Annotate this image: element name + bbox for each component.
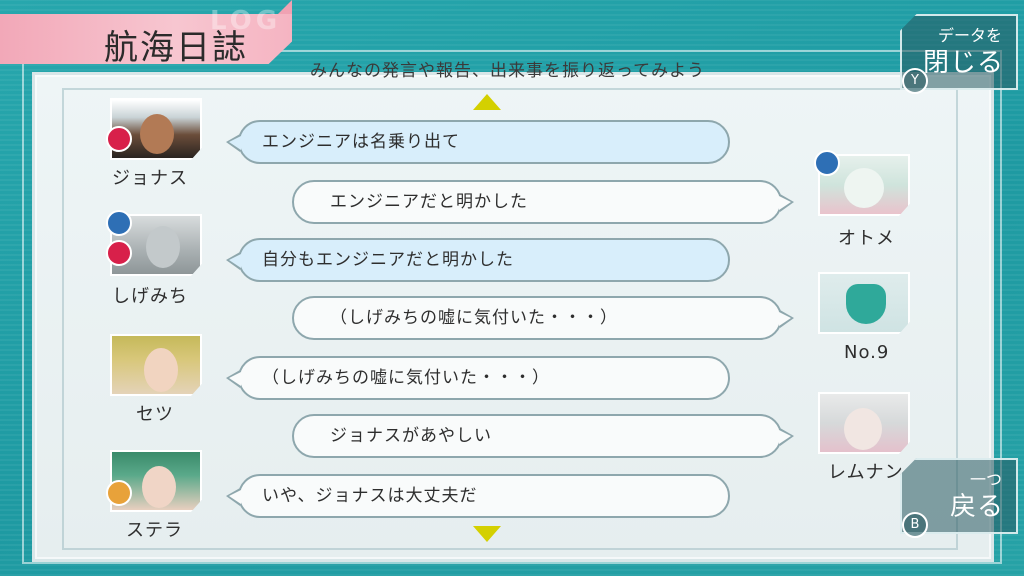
log-entry: 自分もエンジニアだと明かした — [226, 238, 730, 282]
speaker-name-remnan: レムナン — [828, 462, 904, 483]
back-label-line2: 戻る — [949, 492, 1004, 522]
engineer-role-icon — [106, 210, 132, 236]
speaker-name-otome: オトメ — [838, 228, 895, 249]
b-key-icon: B — [902, 512, 928, 538]
log-entry-text: 自分もエンジニアだと明かした — [262, 250, 514, 270]
portrait-no9 — [818, 272, 910, 334]
page-subtitle: みんなの発言や報告、出来事を振り返ってみよう — [310, 61, 706, 81]
guardian-role-icon — [106, 480, 132, 506]
speaker-name-jonas: ジョナス — [112, 168, 188, 189]
page-title: 航海日誌 — [104, 28, 248, 68]
log-entry-text: エンジニアだと明かした — [330, 192, 528, 212]
log-entry: （しげみちの嘘に気付いた・・・） — [292, 296, 794, 340]
speaker-name-stella: ステラ — [126, 520, 183, 541]
speaker-name-no9: No.9 — [844, 342, 890, 363]
bubble-tail — [226, 134, 241, 152]
stella-face — [142, 466, 176, 508]
bubble-tail — [779, 428, 794, 446]
speaker-name-setsu: セツ — [136, 404, 174, 425]
bubble-tail — [779, 310, 794, 328]
remnan-face — [844, 408, 882, 450]
portrait-setsu — [110, 334, 202, 396]
enemy-role-icon — [106, 240, 132, 266]
otome-face — [844, 168, 884, 208]
log-entry-text: ジョナスがあやしい — [330, 426, 492, 446]
y-key-icon: Y — [902, 68, 928, 94]
scroll-up-icon[interactable] — [473, 94, 501, 110]
bubble-tail — [226, 252, 241, 270]
log-entry: エンジニアだと明かした — [292, 180, 794, 224]
portrait-remnan — [818, 392, 910, 454]
log-entry-text: （しげみちの嘘に気付いた・・・） — [262, 368, 550, 388]
enemy-role-icon — [106, 126, 132, 152]
setsu-face — [144, 348, 178, 392]
bug-emblem-icon — [846, 284, 886, 324]
log-entry: いや、ジョナスは大丈夫だ — [226, 474, 730, 518]
jonas-face — [140, 114, 174, 154]
log-entry: ジョナスがあやしい — [292, 414, 794, 458]
scroll-down-icon[interactable] — [473, 526, 501, 542]
log-entry-text: （しげみちの嘘に気付いた・・・） — [330, 308, 618, 328]
log-entry: （しげみちの嘘に気付いた・・・） — [226, 356, 730, 400]
log-entry-text: いや、ジョナスは大丈夫だ — [262, 486, 478, 506]
engineer-role-icon — [814, 150, 840, 176]
shigemichi-face — [146, 226, 180, 268]
bubble-tail — [779, 194, 794, 212]
bubble-tail — [226, 370, 241, 388]
speaker-name-shigemichi: しげみち — [112, 286, 188, 307]
log-entry-text: エンジニアは名乗り出て — [262, 132, 460, 152]
close-data-label-line2: 閉じる — [922, 48, 1004, 78]
bubble-tail — [226, 488, 241, 506]
log-entry: エンジニアは名乗り出て — [226, 120, 730, 164]
